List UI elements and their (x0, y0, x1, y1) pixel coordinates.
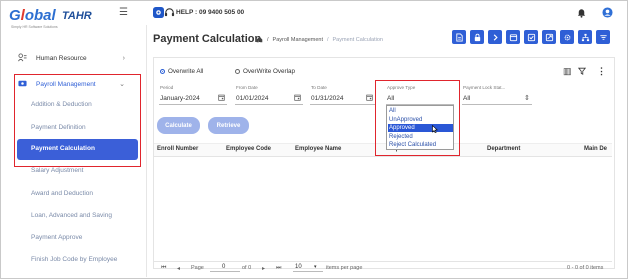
breadcrumb-separator: / (326, 36, 329, 43)
top-bar: HELP : 09 9400 505 00 (146, 1, 626, 25)
select-arrows-icon: ⇕ (524, 95, 530, 102)
calendar-icon (509, 33, 517, 41)
settings-button[interactable] (560, 30, 574, 44)
bell-icon[interactable] (576, 7, 587, 18)
next-button[interactable] (488, 30, 502, 44)
radio-label: Overwrite All (168, 68, 204, 75)
export-button[interactable] (542, 30, 556, 44)
export-icon (545, 33, 553, 41)
pager-page-label: Page (191, 265, 204, 271)
radio-dot (235, 69, 240, 74)
col-main-department[interactable]: Main De (584, 146, 607, 152)
home-icon[interactable] (256, 36, 263, 43)
approve-button[interactable] (524, 30, 538, 44)
sidebar-sub-loan[interactable]: Loan, Advanced and Saving (31, 212, 112, 219)
sidebar-sub-payment-approve[interactable]: Payment Approve (31, 234, 82, 241)
document-button[interactable] (452, 30, 466, 44)
pager-of-label: of 0 (242, 265, 252, 271)
logo-sub: TAHR (62, 10, 92, 22)
lock-button[interactable] (470, 30, 484, 44)
breadcrumb: / Payroll Management / Payment Calculati… (256, 36, 383, 43)
page-size-select[interactable]: 10 ▾ (293, 262, 323, 272)
sidebar-sub-salary-adjustment[interactable]: Salary Adjustment (31, 167, 83, 174)
users-icon (18, 53, 27, 62)
from-date-input[interactable]: 01/01/2024 (236, 95, 269, 102)
logo-tagline: Simply HR Software Solutions (11, 25, 58, 29)
sidebar-sub-award-deduction[interactable]: Award and Deduction (31, 190, 93, 197)
radio-dot-selected (160, 69, 165, 74)
period-label: Period (160, 85, 174, 90)
sidebar-item-label: Human Resource (36, 54, 87, 62)
radio-overwrite-all[interactable]: Overwrite All (160, 68, 203, 75)
page-number-value: 0 (222, 264, 226, 270)
app-logo: Global TAHR Simply HR Software Solutions (9, 7, 99, 37)
breadcrumb-separator: / (267, 36, 269, 43)
eye-icon[interactable] (153, 7, 164, 18)
to-date-label: To Date (311, 85, 327, 90)
radio-overwrite-overlap[interactable]: OverWrite Overlap (235, 68, 295, 75)
hierarchy-icon (581, 33, 589, 41)
lock-icon (474, 33, 480, 41)
help-phone: HELP : 09 9400 505 00 (176, 9, 245, 16)
period-underline (159, 104, 227, 105)
page-number-input[interactable]: 0 (210, 262, 240, 272)
to-date-underline (310, 104, 376, 105)
col-employee-code[interactable]: Employee Code (226, 146, 271, 152)
retrieve-button[interactable]: Retrieve (208, 117, 249, 134)
avatar[interactable] (602, 7, 613, 18)
calendar-icon[interactable] (366, 94, 373, 101)
col-employee-name[interactable]: Employee Name (295, 146, 341, 152)
lock-status-select[interactable]: All (463, 95, 470, 102)
period-input[interactable]: January-2024 (160, 95, 200, 102)
columns-icon[interactable]: ▥ (563, 66, 572, 77)
items-per-page-label: items per page (326, 265, 363, 271)
page-title: Payment Calculation (153, 33, 262, 45)
sidebar-sub-finish-job-code[interactable]: Finish Job Code by Employee (31, 256, 117, 263)
chevron-down-icon: ▾ (314, 264, 317, 270)
to-date-input[interactable]: 01/31/2024 (311, 95, 344, 102)
filter-button[interactable] (596, 30, 610, 44)
chevron-right-icon (493, 33, 498, 41)
highlight-box-sidebar (14, 74, 141, 167)
col-enroll-number[interactable]: Enroll Number (157, 146, 198, 152)
radio-label: OverWrite Overlap (243, 68, 296, 75)
toolbar (452, 30, 610, 44)
headset-icon (164, 8, 175, 17)
calendar-icon[interactable] (294, 94, 301, 101)
chevron-right-icon: › (122, 54, 125, 62)
breadcrumb-current: Payment Calculation (332, 36, 383, 43)
lock-status-underline (462, 104, 532, 105)
approve-icon (527, 33, 535, 41)
first-page-icon[interactable]: ⏮ (161, 265, 166, 272)
prev-page-icon[interactable]: ◂ (177, 265, 180, 272)
filter-icon[interactable] (578, 67, 586, 75)
col-department[interactable]: Department (487, 146, 520, 152)
calendar-button[interactable] (506, 30, 520, 44)
lock-status-label: Payment Lock Stat... (463, 85, 506, 90)
document-icon (455, 32, 463, 42)
hierarchy-button[interactable] (578, 30, 592, 44)
from-date-underline (235, 104, 303, 105)
logo-main: Global (9, 7, 56, 24)
gear-icon (564, 34, 570, 40)
breadcrumb-payroll[interactable]: Payroll Management (273, 37, 323, 43)
last-page-icon[interactable]: ⏭ (276, 265, 281, 272)
menu-toggle-icon[interactable]: ☰ (119, 7, 128, 18)
sidebar-item-human-resource[interactable]: Human Resource › (0, 47, 145, 69)
from-date-label: From Date (236, 85, 258, 90)
page-size-value: 10 (295, 264, 302, 270)
calculate-button[interactable]: Calculate (157, 117, 200, 134)
pager-summary: 0 - 0 of 0 items (567, 265, 604, 271)
highlight-box-approve-type (375, 80, 460, 156)
filter-lines-icon (599, 34, 607, 40)
calendar-icon[interactable] (218, 94, 225, 101)
next-page-icon[interactable]: ▸ (262, 265, 265, 272)
more-options-icon[interactable]: ⋮ (597, 66, 606, 77)
